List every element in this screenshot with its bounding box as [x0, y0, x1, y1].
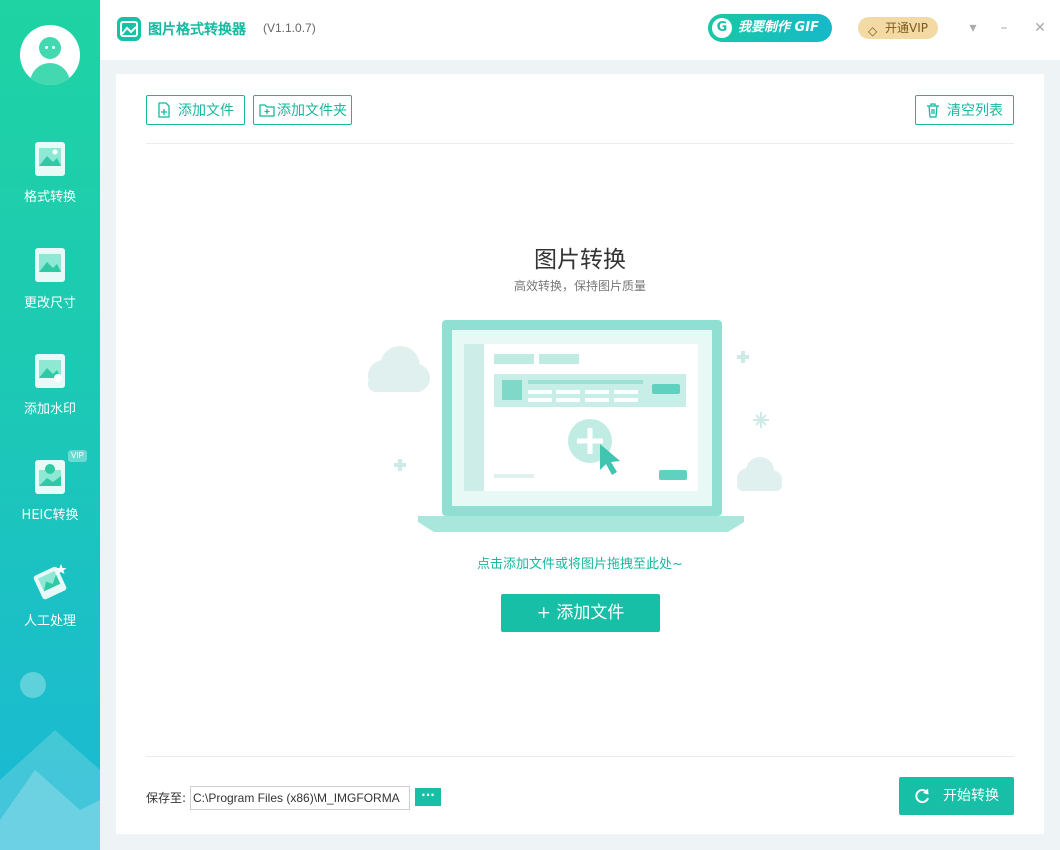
sidebar-item-label: 人工处理: [23, 614, 76, 629]
image-convert-icon: [35, 142, 65, 176]
make-gif-button[interactable]: G 我要制作 GIF: [708, 14, 832, 42]
open-vip-button[interactable]: ◇ 开通VIP: [858, 17, 938, 39]
menu-dropdown-icon[interactable]: ▾: [963, 18, 983, 38]
sidebar-item-resize[interactable]: 更改尺寸: [0, 246, 100, 336]
make-gif-label: 我要制作 GIF: [738, 20, 819, 35]
sidebar-item-label: HEIC转换: [21, 508, 79, 523]
empty-state-subtitle: 高效转换，保持图片质量: [513, 279, 646, 293]
clear-list-button[interactable]: 清空列表: [915, 95, 1014, 125]
sidebar-item-format-convert[interactable]: 格式转换: [0, 140, 100, 230]
refresh-icon: [915, 788, 929, 804]
manual-edit-icon: [33, 564, 67, 600]
sidebar-item-heic[interactable]: VIP HEIC转换: [0, 450, 100, 548]
toolbar-divider: [146, 143, 1014, 144]
title-bar: 图片格式转换器 (V1.1.0.7) G 我要制作 GIF ◇ 开通VIP ▾ …: [100, 0, 1060, 60]
sidebar-item-label: 添加水印: [23, 402, 76, 417]
save-to-label: 保存至:: [146, 791, 187, 805]
add-file-big-button[interactable]: + 添加文件: [501, 594, 660, 632]
drop-hint: 点击添加文件或将图片拖拽至此处~: [477, 557, 683, 572]
image-resize-icon: [35, 248, 65, 282]
trash-icon: [927, 103, 939, 118]
clear-list-label: 清空列表: [947, 103, 1003, 119]
footer-divider: [146, 756, 1014, 757]
add-file-label: 添加文件: [178, 103, 234, 119]
app-title: 图片格式转换器: [148, 22, 246, 38]
close-icon[interactable]: ✕: [1030, 18, 1050, 38]
sidebar-item-manual[interactable]: 人工处理: [0, 564, 100, 654]
sidebar-decoration: [0, 672, 100, 850]
add-file-icon: [158, 102, 170, 118]
vip-badge: VIP: [68, 450, 87, 462]
sparkle-icon: [753, 412, 769, 428]
add-file-button[interactable]: 添加文件: [146, 95, 245, 125]
start-convert-button[interactable]: 开始转换: [899, 777, 1014, 815]
sidebar-item-watermark[interactable]: 添加水印: [0, 352, 100, 442]
add-folder-label: 添加文件夹: [277, 103, 347, 119]
cloud-icon: [737, 457, 782, 491]
minimize-icon[interactable]: –: [994, 18, 1014, 38]
diamond-icon: ◇: [868, 24, 878, 38]
user-avatar[interactable]: [20, 25, 80, 85]
sidebar: 格式转换 更改尺寸 添加水印 VIP HEIC转换 人工处理: [0, 0, 100, 850]
add-folder-button[interactable]: 添加文件夹: [253, 95, 352, 125]
add-folder-icon: [259, 104, 275, 117]
cloud-icon: [368, 346, 430, 392]
start-convert-label: 开始转换: [943, 788, 999, 804]
main-panel: 添加文件 添加文件夹 清空列表 图片转换 高效转换，保持图片质量 点击添加文件或…: [116, 74, 1044, 834]
plus-deco-icon: [737, 351, 749, 363]
sidebar-item-label: 更改尺寸: [23, 296, 76, 311]
gif-logo-icon: G: [712, 18, 732, 38]
sidebar-item-label: 格式转换: [23, 190, 76, 205]
apple-image-icon: [35, 460, 65, 494]
plus-deco-icon: [394, 459, 406, 471]
open-vip-label: 开通VIP: [885, 21, 928, 35]
image-watermark-icon: [35, 354, 65, 388]
save-path-field[interactable]: C:\Program Files (x86)\M_IMGFORMA: [190, 786, 410, 810]
app-version: (V1.1.0.7): [263, 21, 316, 35]
browse-folder-button[interactable]: ···: [415, 788, 441, 806]
app-logo-icon: [117, 17, 141, 41]
empty-state-title: 图片转换: [534, 247, 626, 273]
laptop-illustration[interactable]: [356, 304, 786, 544]
